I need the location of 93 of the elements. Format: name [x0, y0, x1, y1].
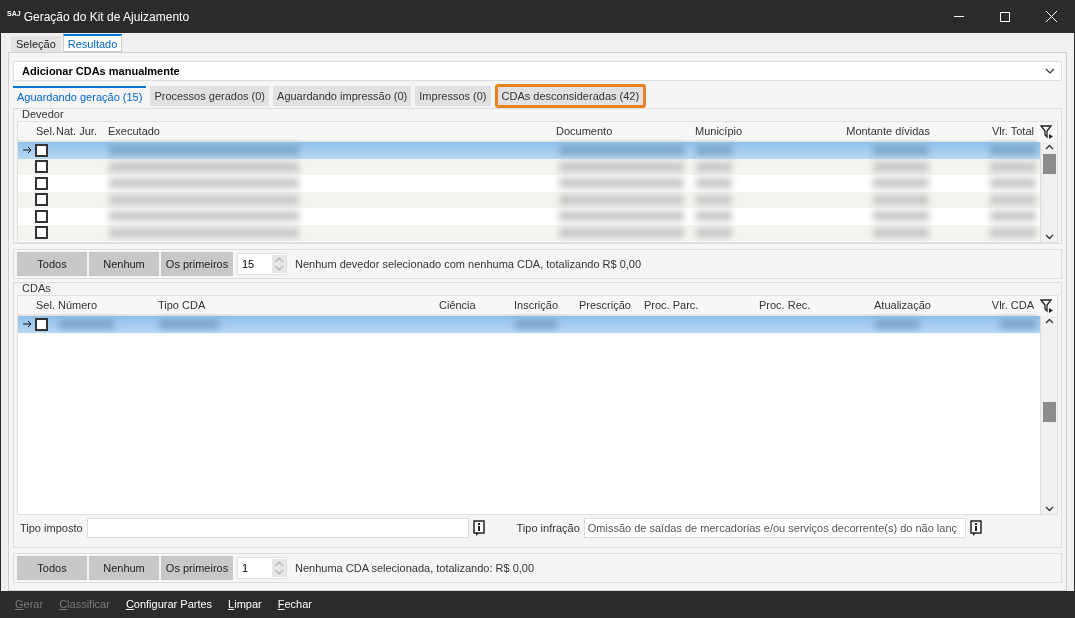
column-header[interactable]: Atualização: [871, 299, 976, 311]
redacted-text: [873, 227, 929, 238]
select-button[interactable]: Todos: [17, 252, 87, 276]
input-field[interactable]: [86, 518, 469, 538]
column-header[interactable]: Documento: [553, 125, 692, 137]
column-header[interactable]: Nat. Jur.: [53, 125, 105, 137]
redacted-text: [696, 194, 732, 205]
group-title: CDAs: [22, 282, 52, 295]
redacted-text: [59, 319, 114, 330]
maximize-icon: [1000, 11, 1010, 22]
column-header[interactable]: Sel.: [33, 299, 55, 311]
tab[interactable]: Impressos (0): [415, 86, 491, 106]
redacted-text: [990, 145, 1036, 156]
column-header[interactable]: Inscrição: [511, 299, 576, 311]
selection-summary: Nenhum devedor selecionado com nenhuma CDA, totalizando R$ 0,00: [295, 258, 642, 270]
field-label: Tipo imposto: [20, 522, 83, 534]
row-checkbox[interactable]: [35, 143, 48, 157]
redacted-text: [873, 178, 929, 189]
redacted-text: [696, 178, 732, 189]
column-header[interactable]: Prescrição: [576, 299, 641, 311]
redacted-text: [696, 161, 732, 172]
arrow-icon: [23, 146, 32, 155]
column-header[interactable]: Executado: [105, 125, 553, 137]
number-spinner[interactable]: 1: [237, 557, 287, 579]
redacted-text: [990, 178, 1036, 189]
chevron-icon: [1045, 68, 1055, 74]
tab[interactable]: Processos gerados (0): [150, 86, 270, 106]
column-header[interactable]: Número: [55, 299, 155, 311]
footer-button[interactable]: Limpar: [228, 598, 262, 610]
redacted-text: [696, 227, 732, 238]
scroll-down-icon[interactable]: [1044, 506, 1054, 512]
column-header[interactable]: Tipo CDA: [155, 299, 436, 311]
tab[interactable]: Aguardando geração (15): [13, 86, 147, 106]
column-header[interactable]: Proc. Parc.: [641, 299, 756, 311]
redacted-text: [873, 145, 929, 156]
filter-button[interactable]: [1037, 296, 1057, 316]
info-icon[interactable]: [969, 520, 982, 536]
tab[interactable]: CDAs desconsideradas (42): [494, 84, 647, 108]
redacted-text: [873, 161, 929, 172]
footer-button[interactable]: Fechar: [277, 598, 312, 610]
field-label: Tipo infração: [516, 522, 580, 534]
redacted-text: [990, 161, 1036, 172]
redacted-text: [875, 319, 919, 330]
select-button[interactable]: Os primeiros: [161, 252, 233, 276]
select-button[interactable]: Nenhum: [89, 556, 159, 580]
redacted-text: [515, 319, 557, 330]
column-header[interactable]: Sel.: [33, 125, 53, 137]
column-header[interactable]: Ciência: [436, 299, 511, 311]
redacted-text: [696, 211, 732, 222]
row-checkbox[interactable]: [35, 193, 48, 207]
scroll-thumb[interactable]: [1042, 154, 1056, 174]
footer-button[interactable]: Configurar Partes: [125, 598, 213, 610]
scrollbar[interactable]: [1040, 142, 1057, 242]
row-checkbox[interactable]: [35, 317, 48, 331]
minimize-icon: [954, 16, 964, 17]
scroll-thumb[interactable]: [1042, 402, 1056, 422]
column-header[interactable]: Montante dívidas: [842, 125, 933, 137]
redacted-text: [990, 194, 1036, 205]
column-header[interactable]: Município: [692, 125, 842, 137]
redacted-text: [1000, 319, 1036, 330]
select-button[interactable]: Nenhum: [89, 252, 159, 276]
select-button[interactable]: Todos: [17, 556, 87, 580]
row-checkbox[interactable]: [35, 160, 48, 174]
scroll-down-icon[interactable]: [1044, 234, 1054, 240]
row-checkbox[interactable]: [35, 176, 48, 190]
redacted-text: [990, 211, 1036, 222]
scroll-up-icon[interactable]: [1044, 144, 1054, 150]
redacted-text: [990, 227, 1036, 238]
input-field[interactable]: Omissão de saídas de mercadorias e/ou serviços decorrente(s) do não lanç: [583, 518, 966, 538]
row-checkbox[interactable]: [35, 226, 48, 240]
tab[interactable]: Seleção: [11, 36, 61, 52]
column-header[interactable]: Vlr. Total: [933, 125, 1037, 137]
row-checkbox[interactable]: [35, 209, 48, 223]
tab[interactable]: Aguardando impressão (0): [273, 86, 412, 106]
tab[interactable]: Resultado: [62, 34, 123, 52]
redacted-text: [159, 319, 219, 330]
scrollbar[interactable]: [1040, 316, 1057, 514]
arrow-icon: [23, 320, 32, 329]
expander-header[interactable]: Adicionar CDAs manualmente: [13, 61, 1062, 81]
filter-button[interactable]: [1037, 122, 1057, 142]
scroll-up-icon[interactable]: [1044, 318, 1054, 324]
redacted-text: [696, 145, 732, 156]
window-title: Geração do Kit de Ajuizamento: [23, 9, 191, 24]
group-title: Devedor: [22, 108, 65, 121]
column-header[interactable]: Proc. Rec.: [756, 299, 871, 311]
redacted-text: [873, 194, 929, 205]
redacted-text: [873, 211, 929, 222]
close-icon: [1045, 11, 1057, 22]
number-spinner[interactable]: 15: [237, 253, 287, 275]
selection-summary: Nenhuma CDA selecionada, totalizando: R$ 0,00: [295, 562, 535, 574]
column-header[interactable]: Vlr. CDA: [976, 299, 1037, 311]
info-icon[interactable]: [472, 520, 485, 536]
select-button[interactable]: Os primeiros: [161, 556, 233, 580]
